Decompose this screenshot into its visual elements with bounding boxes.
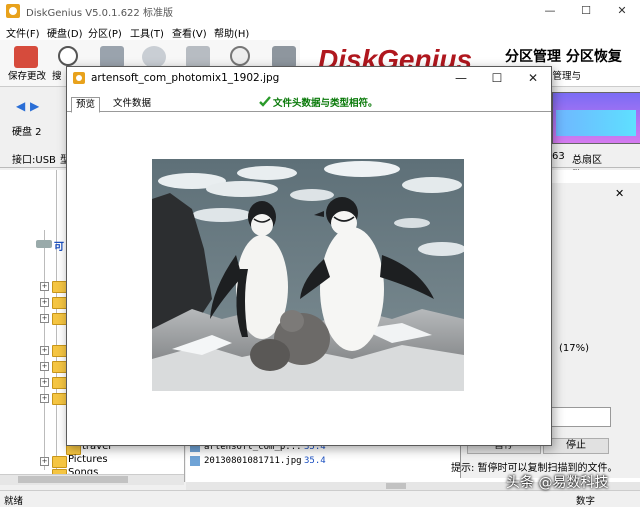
app-logo-icon xyxy=(73,72,85,84)
restore-icon[interactable] xyxy=(100,46,124,68)
tree-expander[interactable]: + xyxy=(40,394,49,403)
preview-window-title: artensoft_com_photomix1_1902.jpg xyxy=(91,72,280,84)
status-bar: 就绪 数字 xyxy=(0,490,640,507)
watermark: 头条 @易数科技 xyxy=(506,475,609,491)
tree-disk-node[interactable]: 可 xyxy=(54,238,64,253)
minimize-button[interactable]: — xyxy=(532,0,568,22)
search-button-label[interactable]: 搜 xyxy=(52,68,62,82)
menu-file[interactable]: 文件(F) xyxy=(6,25,40,40)
tree-expander[interactable]: + xyxy=(40,298,49,307)
app-logo-icon xyxy=(6,4,20,18)
window-title: DiskGenius V5.0.1.622 标准版 xyxy=(26,8,173,19)
tree-expander[interactable]: + xyxy=(40,362,49,371)
tab-file-data[interactable]: 文件数据 xyxy=(109,97,155,111)
interface-label: 接口:USB xyxy=(12,155,56,166)
tree-expander[interactable]: + xyxy=(40,346,49,355)
scan-percent: (17%) xyxy=(559,343,590,354)
status-text: 就绪 xyxy=(4,496,24,507)
folder-icon xyxy=(52,313,67,325)
tree-scrollbar[interactable] xyxy=(0,474,184,485)
maximize-button[interactable]: ☐ xyxy=(568,0,604,22)
file-name[interactable]: 20130801081711.jpg xyxy=(204,456,302,466)
menu-help[interactable]: 帮助(H) xyxy=(214,25,249,40)
folder-icon xyxy=(52,361,67,373)
tree-scroll-thumb[interactable] xyxy=(18,476,128,483)
preview-close-button[interactable]: ✕ xyxy=(515,67,551,89)
partition-segment[interactable] xyxy=(556,110,636,136)
backup-icon[interactable] xyxy=(272,46,296,68)
next-disk-icon[interactable]: ▶ xyxy=(30,99,39,113)
num-lock-indicator: 数字 xyxy=(576,496,596,507)
preview-maximize-button[interactable]: ☐ xyxy=(479,67,515,89)
menu-disk[interactable]: 硬盘(D) xyxy=(47,25,83,40)
folder-icon xyxy=(52,456,67,468)
prev-disk-icon[interactable]: ◀ xyxy=(16,99,25,113)
file-icon xyxy=(190,456,200,466)
tree-expander[interactable]: + xyxy=(40,282,49,291)
search-icon[interactable] xyxy=(58,46,78,66)
delete-partition-icon[interactable] xyxy=(230,46,250,66)
close-button[interactable]: ✕ xyxy=(604,0,640,22)
banner-slogan: 分区管理 分区恢复 xyxy=(505,49,622,65)
check-icon xyxy=(259,96,271,107)
folder-icon xyxy=(52,281,67,293)
tab-preview[interactable]: 预览 xyxy=(71,97,101,113)
tree-expander[interactable]: + xyxy=(40,378,49,387)
preview-minimize-button[interactable]: — xyxy=(443,67,479,89)
menu-partition[interactable]: 分区(P) xyxy=(88,25,122,40)
tree-folder-pictures[interactable]: Pictures xyxy=(68,454,108,465)
preview-status: 文件头数据与类型相符。 xyxy=(273,98,378,109)
disk-label: 硬盘 2 xyxy=(12,127,42,138)
stop-button[interactable]: 停止 xyxy=(543,438,609,454)
file-size: 35.4 xyxy=(304,456,326,466)
file-scroll-thumb[interactable] xyxy=(386,483,406,489)
folder-icon xyxy=(52,297,67,309)
disk-icon[interactable] xyxy=(142,46,166,68)
tree-expander[interactable]: + xyxy=(40,314,49,323)
main-title-bar: DiskGenius V5.0.1.622 标准版 — ☐ ✕ xyxy=(0,0,640,22)
save-button-label[interactable]: 保存更改 xyxy=(8,68,46,82)
disk-right-value: 63 xyxy=(552,151,565,162)
tree-expander[interactable]: + xyxy=(40,457,49,466)
penguin-photo xyxy=(152,159,464,391)
scan-dialog-close-button[interactable]: ✕ xyxy=(615,187,624,200)
folder-icon xyxy=(52,377,67,389)
disk-node-icon xyxy=(36,240,52,248)
folder-icon xyxy=(52,345,67,357)
save-icon[interactable] xyxy=(14,46,38,68)
file-preview-window: artensoft_com_photomix1_1902.jpg — ☐ ✕ 预… xyxy=(66,66,552,446)
format-icon[interactable] xyxy=(186,46,210,68)
preview-title-bar[interactable]: artensoft_com_photomix1_1902.jpg — ☐ ✕ xyxy=(67,67,551,89)
folder-icon xyxy=(52,393,67,405)
menu-bar: 文件(F) 硬盘(D) 分区(P) 工具(T) 查看(V) 帮助(H) xyxy=(0,22,640,40)
menu-tools[interactable]: 工具(T) xyxy=(130,25,164,40)
menu-view[interactable]: 查看(V) xyxy=(172,25,207,40)
